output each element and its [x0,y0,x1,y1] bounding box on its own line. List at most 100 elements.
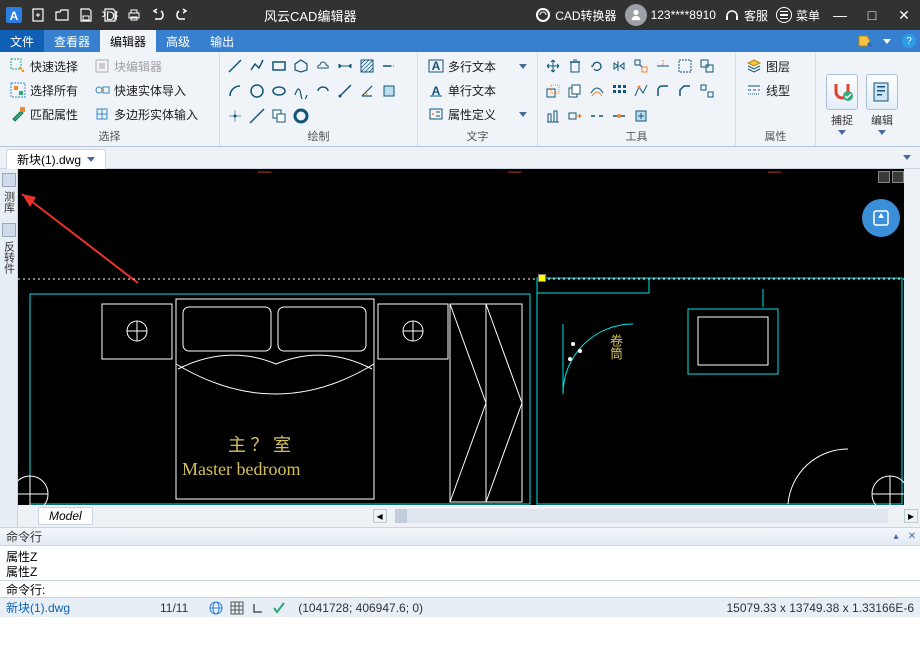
vertical-scrollbar[interactable] [904,169,920,505]
arc-icon[interactable] [226,82,244,100]
mirror-icon[interactable] [610,57,628,75]
align-icon[interactable] [544,107,562,125]
support-button[interactable]: 客服 [724,7,768,24]
block-editor-button[interactable]: 块编辑器 [90,54,202,78]
join-icon[interactable] [610,107,628,125]
status-ortho-icon[interactable] [250,600,265,615]
attdef-button[interactable]: 属性定义 [424,102,531,126]
chamfer-icon[interactable] [676,82,694,100]
snap-button[interactable]: 捕捉 [822,58,862,146]
break-icon[interactable] [588,107,606,125]
ray-icon[interactable] [336,82,354,100]
tab-editor[interactable]: 编辑器 [100,30,156,52]
horizontal-scrollbar[interactable] [395,509,888,523]
cmd-collapse-icon[interactable]: ▴ [888,530,904,544]
minimize-button[interactable]: — [828,2,852,28]
model-tab[interactable]: Model [38,507,93,525]
region-icon[interactable] [380,82,398,100]
new-icon[interactable] [26,3,50,27]
svg-text:PDF: PDF [102,9,118,23]
scroll-left-icon[interactable]: ◂ [373,509,387,523]
stretch-icon[interactable] [566,107,584,125]
xline-icon[interactable] [248,107,266,125]
rotate-icon[interactable] [588,57,606,75]
group-icon[interactable] [698,57,716,75]
ribbon-opts-icon[interactable] [854,30,876,52]
poly-insert-button[interactable]: 多边形实体输入 [90,102,202,126]
donut-icon[interactable] [292,107,310,125]
tab-output[interactable]: 输出 [200,30,244,52]
palette-icon-top[interactable] [2,173,16,187]
app-icon[interactable]: A [2,3,26,27]
match-props-button[interactable]: 匹配属性 [6,102,82,126]
status-globe-icon[interactable] [208,600,223,615]
ellipse-icon[interactable] [270,82,288,100]
cloud-icon[interactable] [314,57,332,75]
delete-icon[interactable] [566,57,584,75]
user-button[interactable]: 123****8910 [625,4,716,26]
edit-poly-icon[interactable] [632,82,650,100]
menu-button[interactable]: 菜单 [776,7,820,24]
scroll-right-icon[interactable]: ▸ [904,509,918,523]
cmd-close-icon[interactable]: ✕ [904,530,920,544]
hatch-icon[interactable] [358,57,376,75]
array-icon[interactable] [610,82,628,100]
polyline-icon[interactable] [248,57,266,75]
save-icon[interactable] [74,3,98,27]
edit-button[interactable]: 编辑 [862,58,902,146]
line-icon[interactable] [226,57,244,75]
block-insert-icon[interactable] [632,107,650,125]
layer-button[interactable]: 图层 [742,54,809,78]
polygon-icon[interactable] [292,57,310,75]
explode-icon[interactable] [632,57,650,75]
quick-insert-icon [94,82,110,98]
stext-button[interactable]: A单行文本 [424,78,531,102]
palette-tab-2[interactable]: 反转件 [1,241,17,274]
circle-icon[interactable] [248,82,266,100]
undo-icon[interactable] [146,3,170,27]
fillet-icon[interactable] [654,82,672,100]
doctab-corner-icon[interactable] [898,149,916,167]
status-check-icon[interactable] [271,600,286,615]
trim-icon[interactable] [654,57,672,75]
converter-button[interactable]: CAD转换器 [535,7,616,24]
selection-handle[interactable] [538,274,546,282]
open-icon[interactable] [50,3,74,27]
drawing-canvas[interactable]: –– –– –– 主 ？ 室 Master bedroom 卷筒 Model ◂… [18,169,920,527]
help-button[interactable]: ? [898,30,920,52]
close-button[interactable]: ✕ [892,2,916,28]
redo-icon[interactable] [170,3,194,27]
status-grid-icon[interactable] [229,600,244,615]
saveas-icon[interactable]: PDF [98,3,122,27]
area-select-icon[interactable] [676,57,694,75]
print-icon[interactable] [122,3,146,27]
tab-file[interactable]: 文件 [0,30,44,52]
elliparc-icon[interactable] [314,82,332,100]
tab-viewer[interactable]: 查看器 [44,30,100,52]
palette-tab-1[interactable]: 测库 [1,191,17,213]
angle-icon[interactable] [358,82,376,100]
doc-tab[interactable]: 新块(1).dwg [6,149,106,169]
copy-icon[interactable] [566,82,584,100]
linetype-button[interactable]: 线型 [742,78,809,102]
tab-advanced[interactable]: 高级 [156,30,200,52]
quick-insert-button[interactable]: 快速实体导入 [90,78,202,102]
move-icon[interactable] [544,57,562,75]
maximize-button[interactable]: □ [860,2,884,28]
offset-icon[interactable] [588,82,606,100]
ribbon-dropdown-icon[interactable] [876,30,898,52]
select-all-button[interactable]: 选择所有 [6,78,82,102]
linetype-icon [746,82,762,98]
spline-icon[interactable] [292,82,310,100]
rect-icon[interactable] [270,57,288,75]
mtext-button[interactable]: A多行文本 [424,54,531,78]
quick-select-button[interactable]: 快速选择 [6,54,82,78]
command-input[interactable] [49,582,920,597]
scale-icon[interactable] [544,82,562,100]
wipeout-icon[interactable] [270,107,288,125]
point-icon[interactable] [226,107,244,125]
ungroup-icon[interactable] [698,82,716,100]
dimension-icon[interactable] [336,57,354,75]
extend-icon[interactable] [380,57,398,75]
palette-icon-mid[interactable] [2,223,16,237]
